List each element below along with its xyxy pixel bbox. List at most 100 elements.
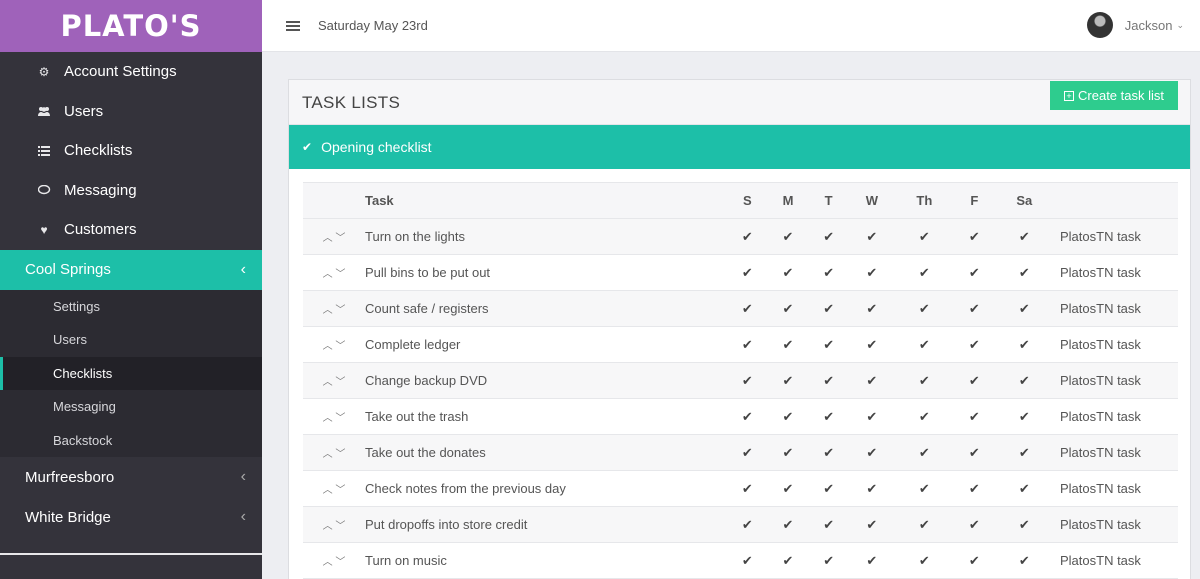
chevron-down-icon[interactable]: ﹀ — [335, 557, 345, 568]
nav-users[interactable]: Users — [0, 92, 262, 132]
day-cell[interactable]: ✔ — [953, 470, 995, 507]
day-cell[interactable]: ✔ — [727, 290, 768, 327]
chevron-down-icon[interactable]: ﹀ — [335, 449, 345, 460]
day-cell[interactable]: ✔ — [848, 434, 895, 471]
day-cell[interactable]: ✔ — [808, 542, 849, 579]
day-cell[interactable]: ✔ — [894, 398, 954, 435]
day-cell[interactable]: ✔ — [894, 326, 954, 363]
day-cell[interactable]: ✔ — [808, 470, 849, 507]
chevron-down-icon[interactable]: ﹀ — [335, 269, 345, 280]
day-cell[interactable]: ✔ — [767, 254, 809, 291]
location-murfreesboro[interactable]: Murfreesboro ‹ — [0, 457, 262, 497]
day-cell[interactable]: ✔ — [848, 398, 895, 435]
day-cell[interactable]: ✔ — [767, 362, 809, 399]
day-cell[interactable]: ✔ — [953, 290, 995, 327]
sub-item-backstock[interactable]: Backstock — [0, 424, 262, 458]
checklist-header[interactable]: ✔ Opening checklist — [289, 125, 1190, 169]
day-cell[interactable]: ✔ — [727, 254, 768, 291]
chevron-up-icon[interactable]: ︿ — [323, 521, 333, 532]
day-cell[interactable]: ✔ — [994, 470, 1054, 507]
day-cell[interactable]: ✔ — [953, 326, 995, 363]
day-cell[interactable]: ✔ — [894, 254, 954, 291]
brand-logo[interactable]: PLATO'S — [0, 0, 262, 52]
day-cell[interactable]: ✔ — [727, 542, 768, 579]
chevron-down-icon[interactable]: ﹀ — [335, 521, 345, 532]
day-cell[interactable]: ✔ — [767, 290, 809, 327]
day-cell[interactable]: ✔ — [767, 542, 809, 579]
nav-checklists[interactable]: Checklists — [0, 131, 262, 171]
chevron-up-icon[interactable]: ︿ — [323, 413, 333, 424]
day-cell[interactable]: ✔ — [953, 542, 995, 579]
day-cell[interactable]: ✔ — [767, 218, 809, 255]
day-cell[interactable]: ✔ — [848, 254, 895, 291]
chevron-up-icon[interactable]: ︿ — [323, 485, 333, 496]
day-cell[interactable]: ✔ — [808, 218, 849, 255]
day-cell[interactable]: ✔ — [953, 434, 995, 471]
user-menu[interactable]: Jackson ⌄ — [1086, 12, 1184, 38]
chevron-down-icon[interactable]: ﹀ — [335, 341, 345, 352]
sub-item-checklists[interactable]: Checklists — [0, 356, 262, 390]
day-cell[interactable]: ✔ — [848, 290, 895, 327]
day-cell[interactable]: ✔ — [808, 398, 849, 435]
day-cell[interactable]: ✔ — [727, 398, 768, 435]
day-cell[interactable]: ✔ — [894, 362, 954, 399]
create-task-list-button[interactable]: + Create task list — [1050, 81, 1178, 110]
day-cell[interactable]: ✔ — [894, 470, 954, 507]
location-cool-springs[interactable]: Cool Springs ‹ — [0, 249, 262, 290]
day-cell[interactable]: ✔ — [808, 290, 849, 327]
chevron-up-icon[interactable]: ︿ — [323, 341, 333, 352]
day-cell[interactable]: ✔ — [894, 542, 954, 579]
day-cell[interactable]: ✔ — [953, 398, 995, 435]
day-cell[interactable]: ✔ — [767, 398, 809, 435]
chevron-down-icon[interactable]: ﹀ — [335, 413, 345, 424]
day-cell[interactable]: ✔ — [953, 362, 995, 399]
sub-item-settings[interactable]: Settings — [0, 290, 262, 324]
day-cell[interactable]: ✔ — [894, 290, 954, 327]
day-cell[interactable]: ✔ — [848, 362, 895, 399]
day-cell[interactable]: ✔ — [767, 470, 809, 507]
day-cell[interactable]: ✔ — [894, 434, 954, 471]
day-cell[interactable]: ✔ — [994, 326, 1054, 363]
day-cell[interactable]: ✔ — [808, 434, 849, 471]
chevron-down-icon[interactable]: ﹀ — [335, 233, 345, 244]
sub-item-messaging[interactable]: Messaging — [0, 390, 262, 424]
nav-account-settings[interactable]: ⚙ Account Settings — [0, 52, 262, 92]
day-cell[interactable]: ✔ — [808, 254, 849, 291]
day-cell[interactable]: ✔ — [953, 218, 995, 255]
day-cell[interactable]: ✔ — [727, 470, 768, 507]
chevron-down-icon[interactable]: ﹀ — [335, 377, 345, 388]
day-cell[interactable]: ✔ — [848, 218, 895, 255]
day-cell[interactable]: ✔ — [727, 218, 768, 255]
day-cell[interactable]: ✔ — [994, 542, 1054, 579]
day-cell[interactable]: ✔ — [727, 434, 768, 471]
day-cell[interactable]: ✔ — [767, 434, 809, 471]
day-cell[interactable]: ✔ — [894, 506, 954, 543]
day-cell[interactable]: ✔ — [848, 542, 895, 579]
nav-messaging[interactable]: Messaging — [0, 171, 262, 211]
chevron-down-icon[interactable]: ﹀ — [335, 305, 345, 316]
sub-item-users[interactable]: Users — [0, 323, 262, 357]
day-cell[interactable]: ✔ — [808, 362, 849, 399]
day-cell[interactable]: ✔ — [894, 218, 954, 255]
chevron-up-icon[interactable]: ︿ — [323, 233, 333, 244]
chevron-up-icon[interactable]: ︿ — [323, 377, 333, 388]
day-cell[interactable]: ✔ — [767, 326, 809, 363]
day-cell[interactable]: ✔ — [994, 506, 1054, 543]
day-cell[interactable]: ✔ — [727, 362, 768, 399]
day-cell[interactable]: ✔ — [994, 254, 1054, 291]
chevron-up-icon[interactable]: ︿ — [323, 449, 333, 460]
nav-customers[interactable]: ♥ Customers — [0, 210, 262, 250]
day-cell[interactable]: ✔ — [848, 506, 895, 543]
day-cell[interactable]: ✔ — [848, 470, 895, 507]
location-white-bridge[interactable]: White Bridge ‹ — [0, 497, 262, 537]
chevron-down-icon[interactable]: ﹀ — [335, 485, 345, 496]
day-cell[interactable]: ✔ — [808, 326, 849, 363]
day-cell[interactable]: ✔ — [767, 506, 809, 543]
day-cell[interactable]: ✔ — [727, 326, 768, 363]
chevron-up-icon[interactable]: ︿ — [323, 557, 333, 568]
day-cell[interactable]: ✔ — [994, 218, 1054, 255]
day-cell[interactable]: ✔ — [994, 434, 1054, 471]
chevron-up-icon[interactable]: ︿ — [323, 305, 333, 316]
day-cell[interactable]: ✔ — [808, 506, 849, 543]
day-cell[interactable]: ✔ — [953, 254, 995, 291]
